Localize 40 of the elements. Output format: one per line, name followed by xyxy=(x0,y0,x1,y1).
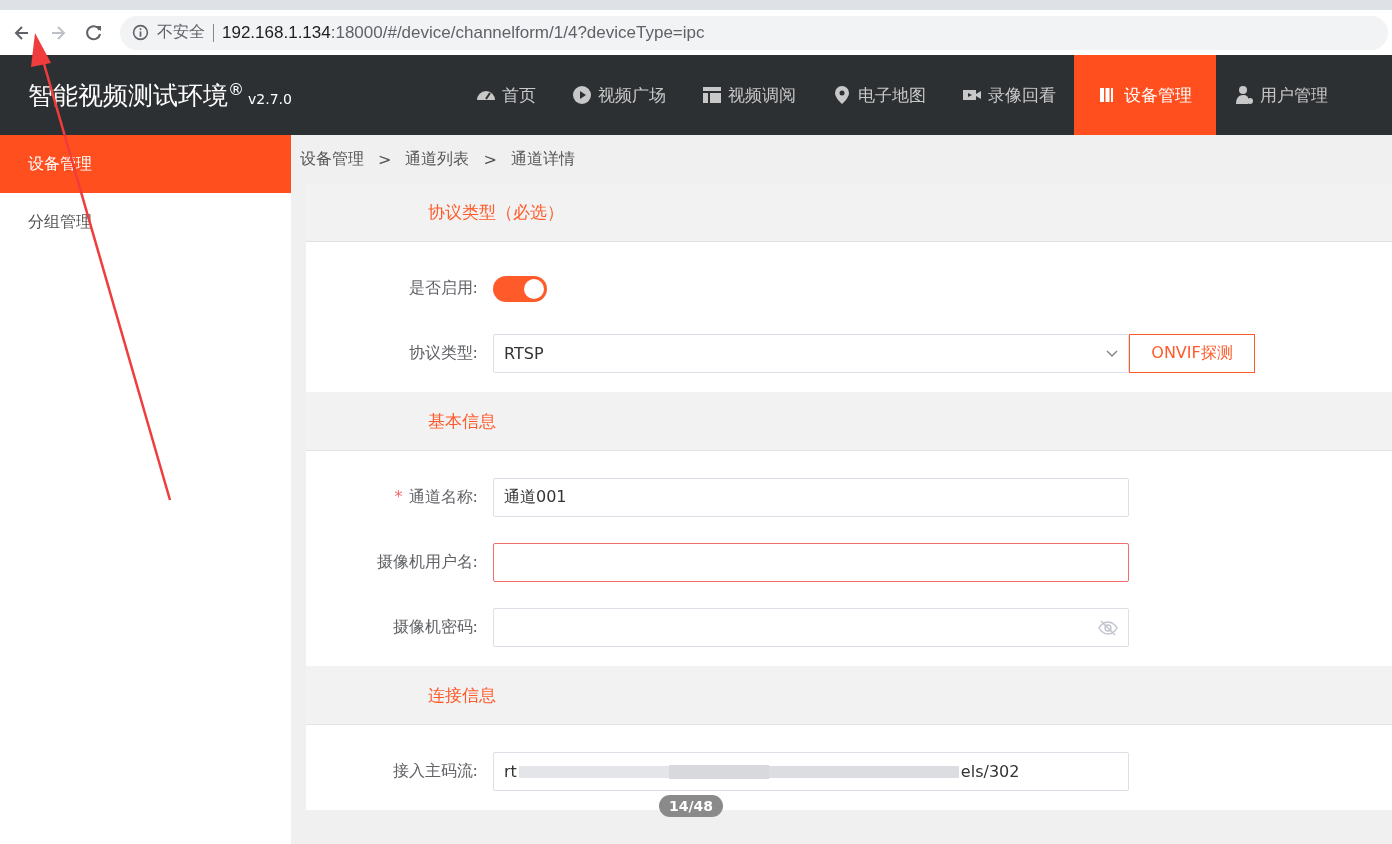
security-label: 不安全 xyxy=(157,22,205,43)
reload-icon[interactable] xyxy=(84,22,104,43)
required-asterisk: * xyxy=(394,487,403,506)
page-counter: 14/48 xyxy=(659,795,724,817)
play-icon xyxy=(572,85,592,105)
input-field[interactable]: 通道001 xyxy=(493,478,1129,517)
field-label: 摄像机密码: xyxy=(392,617,478,636)
nav-tab[interactable]: 录像回看 xyxy=(944,55,1074,135)
nav-tab[interactable]: 电子地图 xyxy=(814,55,944,135)
section-title: 连接信息 xyxy=(428,683,496,707)
url-text: 192.168.1.134:18000/#/device/channelform/1/4?deviceType=ipc xyxy=(222,22,705,43)
user-settings-icon xyxy=(1234,85,1254,105)
info-icon xyxy=(132,24,149,41)
toggle-switch[interactable] xyxy=(493,275,547,302)
field-label: 是否启用: xyxy=(408,278,478,297)
nav-tab[interactable]: 视频调阅 xyxy=(684,55,814,135)
breadcrumb-separator: > xyxy=(483,149,497,169)
layout-icon xyxy=(702,85,722,105)
map-pin-icon xyxy=(832,85,852,105)
address-bar[interactable]: 不安全 192.168.1.134:18000/#/device/channelform/1/4?deviceType=ipc xyxy=(120,15,1388,50)
breadcrumb-link[interactable]: 通道列表 xyxy=(405,148,470,170)
nav-tab[interactable]: 视频广场 xyxy=(554,55,684,135)
section-title: 基本信息 xyxy=(428,409,496,433)
breadcrumb-separator: > xyxy=(378,149,392,169)
breadcrumb-link[interactable]: 通道详情 xyxy=(510,148,575,170)
password-field[interactable] xyxy=(493,608,1129,647)
app-title: 智能视频测试环境$^{®}$ xyxy=(28,78,244,112)
chevron-down-icon xyxy=(1106,349,1118,358)
field-label: 通道名称: xyxy=(408,487,478,506)
version-label: v2.7.0 xyxy=(248,90,292,107)
field-label: 接入主码流: xyxy=(392,761,478,780)
section-title: 协议类型（必选） xyxy=(428,200,564,224)
stream-url-field[interactable]: rt els/302 xyxy=(493,752,1129,791)
nav-tab[interactable]: 用户管理 xyxy=(1216,55,1346,135)
nav-tab[interactable]: 首页 xyxy=(458,55,554,135)
breadcrumb-link[interactable]: 设备管理 xyxy=(300,148,364,170)
protocol-select[interactable]: RTSP xyxy=(493,334,1129,373)
field-label: 摄像机用户名: xyxy=(376,552,478,571)
field-label: 协议类型: xyxy=(408,343,478,362)
input-field[interactable] xyxy=(493,543,1129,582)
